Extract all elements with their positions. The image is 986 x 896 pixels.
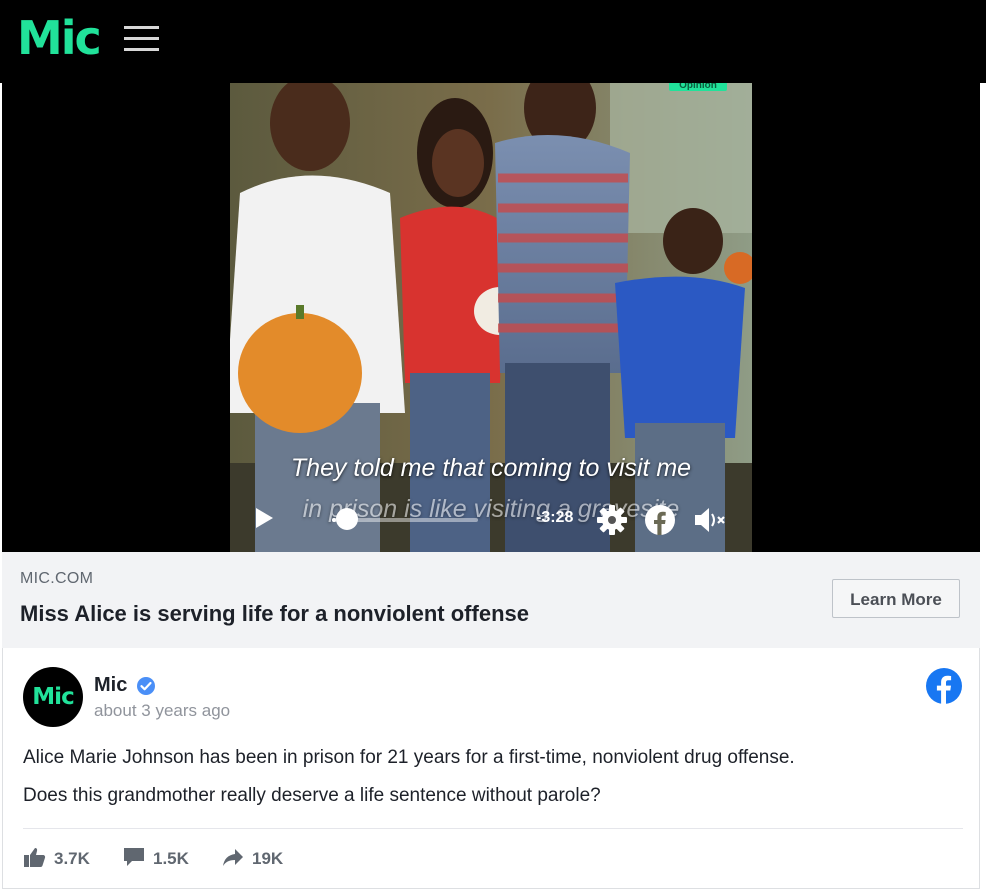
post-text-line-2: Does this grandmother really deserve a l… — [23, 785, 601, 806]
mic-logo[interactable]: Mic — [17, 8, 102, 68]
thumbs-up-icon — [24, 848, 46, 867]
settings-gear-icon[interactable] — [596, 504, 628, 536]
page-name[interactable]: Mic — [94, 674, 127, 697]
post-timestamp[interactable]: about 3 years ago — [94, 701, 230, 721]
muted-speaker-icon[interactable] — [692, 504, 726, 536]
video-controls: -3:28 — [230, 499, 752, 535]
progress-scrubber-handle[interactable] — [336, 508, 358, 530]
learn-more-button[interactable]: Learn More — [832, 579, 960, 618]
video-player[interactable]: Opinion They told me that coming to visi… — [2, 83, 980, 552]
hamburger-menu-icon[interactable] — [124, 26, 160, 52]
divider — [23, 828, 963, 829]
time-remaining: -3:28 — [536, 509, 574, 526]
verified-badge-icon — [137, 677, 155, 695]
comments-count-text: 1.5K — [153, 849, 189, 868]
facebook-logo-icon[interactable] — [925, 667, 963, 705]
link-preview[interactable]: MIC.COM Miss Alice is serving life for a… — [2, 552, 980, 649]
shares-count-text: 19K — [252, 849, 284, 868]
video-frame[interactable]: Opinion They told me that coming to visi… — [230, 83, 752, 552]
share-arrow-icon — [223, 849, 243, 866]
page-avatar[interactable]: Mic — [23, 667, 83, 727]
comment-icon — [124, 848, 144, 866]
video-caption-line-1: They told me that coming to visit me — [290, 454, 692, 482]
link-title[interactable]: Miss Alice is serving life for a nonviol… — [20, 601, 529, 627]
top-navigation-bar: Mic — [0, 0, 986, 83]
post-text-line-1: Alice Marie Johnson has been in prison f… — [23, 747, 795, 768]
opinion-badge: Opinion — [669, 83, 727, 91]
facebook-icon[interactable] — [644, 504, 676, 536]
play-icon[interactable] — [254, 507, 274, 529]
likes-count-text: 3.7K — [54, 849, 90, 868]
facebook-post-card: Mic Mic about 3 years ago Alice Marie Jo… — [2, 648, 980, 889]
link-domain: MIC.COM — [20, 570, 94, 587]
